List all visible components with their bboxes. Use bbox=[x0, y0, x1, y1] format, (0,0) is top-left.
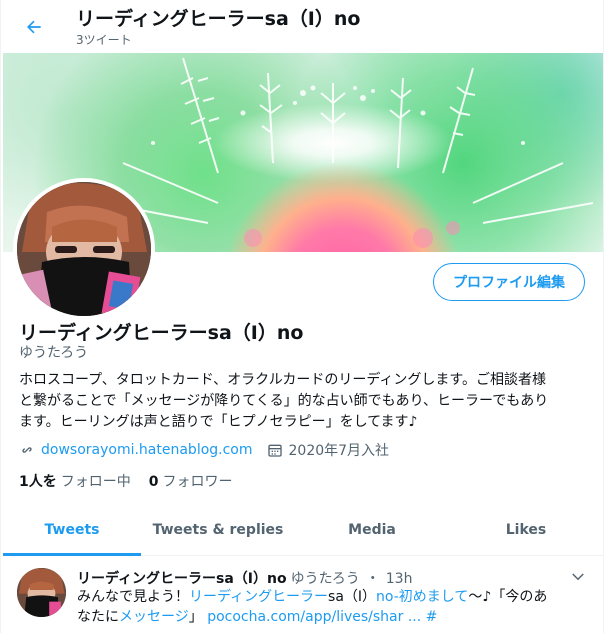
profile-page: リーディングヒーラーsa（I）no 3ツイート プロファイル編集 リーディングヒ… bbox=[0, 0, 604, 633]
tweet-author-name[interactable]: リーディングヒーラーsa（I）no bbox=[77, 568, 287, 588]
follow-stats: 1人を フォロー中 0 フォロワー bbox=[19, 471, 251, 491]
tweet-url-link[interactable]: pococha.com/app/lives/shar ... bbox=[207, 609, 421, 625]
profile-name: リーディングヒーラーsa（I）no bbox=[19, 322, 304, 344]
tweet-text: みんなで見よう！リーディングヒーラーsa（I）no-初めまして〜♪「今のあ なた… bbox=[77, 587, 587, 627]
followers-count: 0 bbox=[148, 474, 159, 490]
tweet-hashtag-link[interactable]: # bbox=[426, 609, 438, 625]
tab-label: Tweets bbox=[44, 522, 100, 538]
profile-website-link[interactable]: dowsorayomi.hatenablog.com bbox=[41, 442, 253, 458]
tweet-text-segment: 」 bbox=[188, 609, 203, 625]
tab-label: Likes bbox=[505, 522, 547, 538]
tweet-text-segment: sa（I） bbox=[328, 589, 377, 605]
tweet-time[interactable]: 13h bbox=[386, 571, 413, 587]
profile-handle: ゆうたろう bbox=[19, 345, 89, 361]
tab-likes[interactable]: Likes bbox=[449, 505, 603, 555]
tab-label: Media bbox=[348, 522, 396, 538]
tweet-avatar[interactable] bbox=[17, 568, 66, 617]
joined-date: 2020年7月入社 bbox=[288, 443, 390, 459]
avatar-photo bbox=[17, 182, 151, 316]
bio-line: ます。ヒーリングは声と語りで「ヒプノセラピー」をしてます♪ bbox=[19, 414, 418, 430]
tweet-count: 3ツイート bbox=[76, 33, 132, 47]
profile-meta: dowsorayomi.hatenablog.com 2020年7月入社 bbox=[19, 440, 389, 460]
profile-avatar[interactable] bbox=[13, 178, 155, 320]
profile-bio: ホロスコープ、タロットカード、オラクルカードのリーディングします。ご相談者様 と… bbox=[19, 370, 591, 433]
bio-line: ホロスコープ、タロットカード、オラクルカードのリーディングします。ご相談者様 bbox=[19, 372, 546, 388]
profile-tabs: Tweets Tweets & replies Media Likes bbox=[3, 505, 603, 556]
followers-label: フォロワー bbox=[162, 474, 233, 490]
followers-link[interactable]: 0 フォロワー bbox=[149, 471, 233, 491]
following-count: 1人を bbox=[19, 474, 57, 490]
top-bar: リーディングヒーラーsa（I）no 3ツイート bbox=[1, 0, 603, 53]
tweet-header: リーディングヒーラーsa（I）no ゆうたろう ・ 13h bbox=[77, 568, 412, 588]
bio-line: と繋がることで「メッセージが降りてくる」的な占い師でもあり、ヒーラーでもあり bbox=[19, 393, 549, 409]
tweet-text-segment: なたに bbox=[77, 609, 119, 625]
tab-media[interactable]: Media bbox=[295, 505, 449, 555]
tab-label: Tweets & replies bbox=[152, 522, 284, 538]
tweet-separator: ・ bbox=[365, 571, 380, 587]
tweet-link[interactable]: no-初めまして bbox=[376, 589, 468, 605]
edit-profile-button[interactable]: プロファイル編集 bbox=[433, 263, 585, 301]
tab-tweets[interactable]: Tweets bbox=[3, 505, 141, 556]
tweet-link[interactable]: リーディングヒーラー bbox=[189, 589, 328, 605]
tweet[interactable]: リーディングヒーラーsa（I）no ゆうたろう ・ 13h みんなで見よう！リー… bbox=[3, 556, 603, 633]
calendar-icon bbox=[267, 442, 283, 458]
header-title: リーディングヒーラーsa（I）no bbox=[76, 8, 361, 30]
tweet-text-segment: みんなで見よう！ bbox=[77, 589, 189, 605]
following-label: フォロー中 bbox=[60, 474, 131, 490]
link-icon bbox=[19, 442, 35, 458]
tweet-more-button[interactable] bbox=[569, 568, 587, 586]
tab-tweets-and-replies[interactable]: Tweets & replies bbox=[141, 505, 295, 555]
tweet-link[interactable]: メッセージ bbox=[119, 609, 189, 625]
tweet-author-handle[interactable]: ゆうたろう bbox=[291, 568, 360, 588]
chevron-down-icon bbox=[572, 573, 584, 581]
back-button[interactable] bbox=[21, 14, 47, 40]
following-link[interactable]: 1人を フォロー中 bbox=[19, 471, 131, 491]
avatar-photo bbox=[17, 568, 66, 617]
arrow-left-icon bbox=[27, 20, 41, 34]
tweet-text-segment: 〜♪「今のあ bbox=[468, 589, 548, 605]
